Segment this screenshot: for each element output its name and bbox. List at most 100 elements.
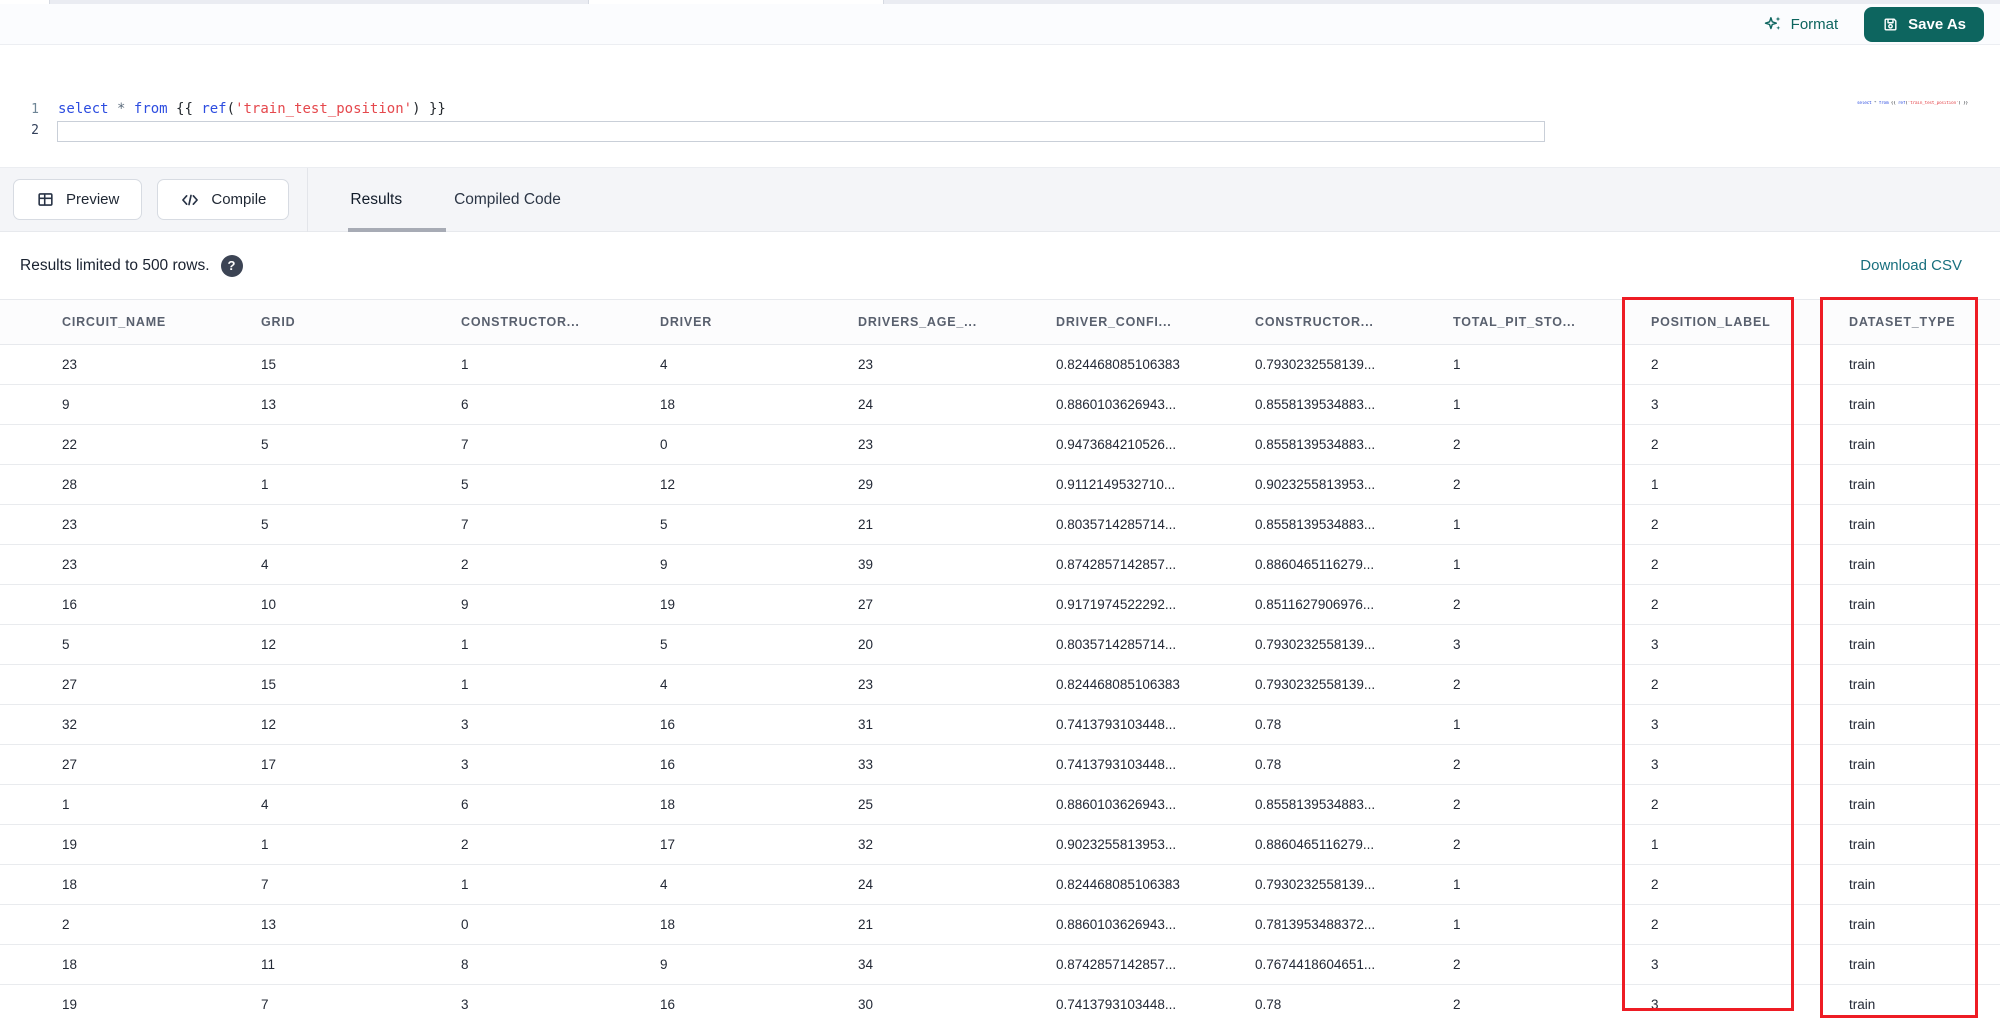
table-cell: 2 xyxy=(1631,664,1829,705)
table-cell: 24 xyxy=(838,864,1036,905)
table-cell: 0.7813953488372... xyxy=(1235,904,1433,945)
table-cell: 0.9473684210526... xyxy=(1036,424,1235,465)
results-tabs: Results Compiled Code xyxy=(350,168,561,231)
table-cell: train xyxy=(1829,544,2000,585)
results-table: CIRCUIT_NAME GRID CONSTRUCTOR... DRIVER DRIV… xyxy=(0,300,2000,1020)
table-cell: 2 xyxy=(1433,464,1631,505)
table-cell: 25 xyxy=(838,784,1036,825)
table-cell: 19 xyxy=(0,824,241,865)
table-cell: 0.8558139534883... xyxy=(1235,384,1433,425)
table-cell: 3 xyxy=(1631,704,1829,745)
table-cell: 16 xyxy=(640,704,838,745)
code-token: ref xyxy=(201,101,227,117)
code-icon xyxy=(180,190,200,210)
table-cell: 32 xyxy=(0,704,241,745)
table-cell: 0.8860465116279... xyxy=(1235,544,1433,585)
code-token: from xyxy=(1878,101,1889,106)
table-cell: 3 xyxy=(1631,624,1829,665)
table-cell: 0.9023255813953... xyxy=(1235,464,1433,505)
table-body: 23 15 1 4 23 0.824468085106383 0.7930232558139… xyxy=(0,344,2000,1020)
table-cell: 30 xyxy=(838,984,1036,1020)
table-cell: 28 xyxy=(0,464,241,505)
table-cell: 0.8035714285714... xyxy=(1036,504,1235,545)
table-cell: 2 xyxy=(1631,864,1829,905)
table-cell: 3 xyxy=(1631,744,1829,785)
column-header: CONSTRUCTOR... xyxy=(1235,300,1433,345)
table-cell: 0.8035714285714... xyxy=(1036,624,1235,665)
table-cell: 4 xyxy=(640,344,838,385)
table-cell: 2 xyxy=(1631,784,1829,825)
table-cell: 7 xyxy=(441,504,640,545)
table-cell: 23 xyxy=(838,424,1036,465)
save-as-button[interactable]: Save As xyxy=(1864,6,1984,42)
table-cell: 2 xyxy=(1433,984,1631,1020)
editor-minimap-line: select * from {{ ref('train_test_positio… xyxy=(1857,101,1969,109)
table-cell: 33 xyxy=(838,744,1036,785)
table-cell: 2 xyxy=(1433,584,1631,625)
table-row: 22 5 7 0 23 0.9473684210526... 0.8558139534883… xyxy=(0,424,2000,465)
column-header: TOTAL_PIT_STO... xyxy=(1433,300,1631,345)
table-cell: 0.9112149532710... xyxy=(1036,464,1235,505)
table-cell: 24 xyxy=(838,384,1036,425)
table-cell: 2 xyxy=(1631,904,1829,945)
table-cell: 1 xyxy=(441,624,640,665)
table-cell: 0.7674418604651... xyxy=(1235,944,1433,985)
table-cell: 0.7413793103448... xyxy=(1036,984,1235,1020)
table-cell: 2 xyxy=(0,904,241,945)
code-token: }} xyxy=(1960,101,1968,106)
table-cell: 7 xyxy=(441,424,640,465)
table-cell: train xyxy=(1829,664,2000,705)
preview-button-label: Preview xyxy=(66,191,120,208)
table-cell: 6 xyxy=(441,784,640,825)
table-cell: 13 xyxy=(241,904,441,945)
code-token: {{ xyxy=(167,101,202,117)
table-cell: 6 xyxy=(441,384,640,425)
table-cell: 3 xyxy=(441,704,640,745)
sql-editor[interactable]: 1 2 select * from {{ ref('train_test_pos… xyxy=(0,45,2000,167)
code-token: {{ xyxy=(1888,101,1899,106)
table-cell: 27 xyxy=(0,744,241,785)
format-button[interactable]: Format xyxy=(1763,14,1838,34)
code-token: 'train_test_position' xyxy=(235,101,413,117)
table-cell: 3 xyxy=(1631,384,1829,425)
table-cell: 13 xyxy=(241,384,441,425)
code-token: ( xyxy=(226,101,236,117)
table-cell: 19 xyxy=(640,584,838,625)
table-row: 28 1 5 12 29 0.9112149532710... 0.902325581395… xyxy=(0,464,2000,505)
download-csv-link[interactable]: Download CSV xyxy=(1860,257,1962,274)
table-cell: train xyxy=(1829,624,2000,665)
table-cell: 1 xyxy=(241,824,441,865)
tab-compiled-code[interactable]: Compiled Code xyxy=(454,191,561,209)
table-cell: 19 xyxy=(0,984,241,1020)
table-cell: 32 xyxy=(838,824,1036,865)
table-cell: 0.7930232558139... xyxy=(1235,664,1433,705)
table-row: 23 5 7 5 21 0.8035714285714... 0.8558139534883… xyxy=(0,504,2000,545)
table-cell: 0.8558139534883... xyxy=(1235,784,1433,825)
results-table-container[interactable]: CIRCUIT_NAME GRID CONSTRUCTOR... DRIVER DRIV… xyxy=(0,300,2000,1020)
table-cell: 3 xyxy=(1631,944,1829,985)
table-cell: 22 xyxy=(0,424,241,465)
table-cell: 0.7930232558139... xyxy=(1235,864,1433,905)
table-cell: train xyxy=(1829,824,2000,865)
table-cell: 1 xyxy=(1433,384,1631,425)
table-cell: 5 xyxy=(241,504,441,545)
save-as-button-label: Save As xyxy=(1908,15,1966,33)
table-cell: 1 xyxy=(441,864,640,905)
table-cell: 18 xyxy=(640,384,838,425)
code-line[interactable]: select * from {{ ref('train_test_positio… xyxy=(58,101,446,117)
table-cell: 23 xyxy=(0,504,241,545)
table-cell: 7 xyxy=(241,864,441,905)
code-token: select xyxy=(1857,101,1872,106)
table-cell: 16 xyxy=(640,744,838,785)
preview-button[interactable]: Preview xyxy=(13,179,143,220)
table-cell: 15 xyxy=(241,664,441,705)
table-cell: 1 xyxy=(441,344,640,385)
table-cell: 20 xyxy=(838,624,1036,665)
help-icon[interactable]: ? xyxy=(220,254,243,277)
table-cell: 10 xyxy=(241,584,441,625)
tab-results[interactable]: Results xyxy=(350,191,402,209)
table-cell: 0.824468085106383 xyxy=(1036,344,1235,385)
compile-button[interactable]: Compile xyxy=(157,179,290,220)
table-cell: 0.9171974522292... xyxy=(1036,584,1235,625)
table-cell: 2 xyxy=(441,824,640,865)
